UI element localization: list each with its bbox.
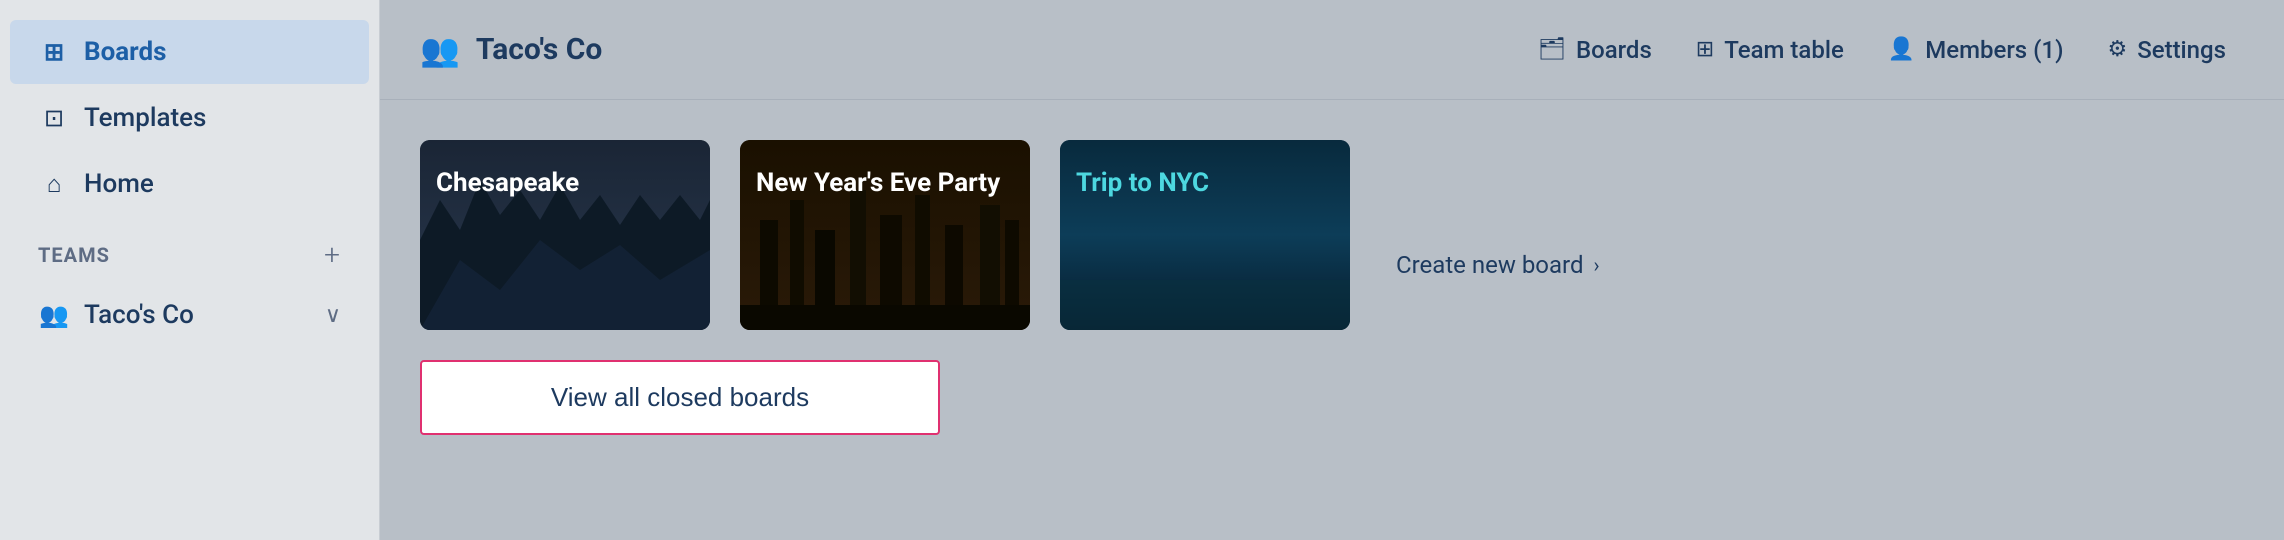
board-newyear-label: New Year's Eve Party: [740, 154, 1030, 212]
team-item-left: 👥 Taco's Co: [38, 299, 194, 331]
sidebar: ⊞ Boards ⊡ Templates ⌂ Home TEAMS + 👥 Ta…: [0, 0, 380, 540]
board-nyc-label: Trip to NYC: [1060, 154, 1350, 212]
nav-settings-label: Settings: [2137, 36, 2226, 64]
board-card-newyear[interactable]: New Year's Eve Party: [740, 140, 1030, 330]
top-nav: 👥 Taco's Co 🗂 Boards ⊞ Team table 👤 Memb…: [380, 0, 2284, 100]
create-board-label: Create new board: [1396, 251, 1583, 279]
nav-boards[interactable]: 🗂 Boards: [1520, 26, 1670, 74]
board-chesapeake-label: Chesapeake: [420, 154, 710, 212]
teams-heading: TEAMS: [38, 243, 110, 267]
board-area: Chesapeake: [380, 100, 2284, 540]
view-closed-label: View all closed boards: [551, 382, 809, 412]
teams-section-header: TEAMS +: [0, 218, 379, 281]
nav-settings-icon: ⚙: [2107, 37, 2127, 62]
nav-members-icon: 👤: [1888, 37, 1915, 62]
board-card-chesapeake[interactable]: Chesapeake: [420, 140, 710, 330]
view-closed-boards-button[interactable]: View all closed boards: [420, 360, 940, 435]
sidebar-item-home[interactable]: ⌂ Home: [10, 152, 369, 216]
sidebar-home-label: Home: [84, 169, 154, 199]
nav-team-table-icon: ⊞: [1696, 37, 1714, 62]
templates-icon: ⊡: [38, 102, 70, 134]
nav-team-table-label: Team table: [1724, 36, 1844, 64]
sidebar-item-templates[interactable]: ⊡ Templates: [10, 86, 369, 150]
nav-links: 🗂 Boards ⊞ Team table 👤 Members (1) ⚙ Se…: [1520, 26, 2244, 74]
nav-boards-label: Boards: [1576, 36, 1652, 64]
create-board-arrow: ›: [1593, 253, 1599, 277]
add-team-button[interactable]: +: [324, 238, 341, 271]
sidebar-templates-label: Templates: [84, 103, 206, 133]
nav-team-table[interactable]: ⊞ Team table: [1678, 26, 1862, 74]
board-card-nyc[interactable]: Trip to NYC: [1060, 140, 1350, 330]
team-label: Taco's Co: [84, 300, 194, 330]
workspace-title: 👥 Taco's Co: [420, 31, 602, 69]
nav-members[interactable]: 👤 Members (1): [1870, 26, 2082, 74]
sidebar-team-tacos-co[interactable]: 👥 Taco's Co ∨: [10, 283, 369, 347]
create-board-button[interactable]: Create new board ›: [1380, 241, 1616, 289]
sidebar-boards-label: Boards: [84, 37, 166, 67]
team-icon: 👥: [38, 299, 70, 331]
nav-members-label: Members (1): [1925, 36, 2063, 64]
boards-icon: ⊞: [38, 36, 70, 68]
nav-boards-icon: 🗂: [1538, 37, 1566, 62]
team-expand-icon: ∨: [325, 303, 341, 328]
home-icon: ⌂: [38, 168, 70, 200]
boards-row: Chesapeake: [420, 140, 2244, 330]
main-content: 👥 Taco's Co 🗂 Boards ⊞ Team table 👤 Memb…: [380, 0, 2284, 540]
workspace-name: Taco's Co: [476, 32, 602, 67]
nav-settings[interactable]: ⚙ Settings: [2089, 26, 2244, 74]
workspace-icon: 👥: [420, 31, 460, 69]
sidebar-item-boards[interactable]: ⊞ Boards: [10, 20, 369, 84]
